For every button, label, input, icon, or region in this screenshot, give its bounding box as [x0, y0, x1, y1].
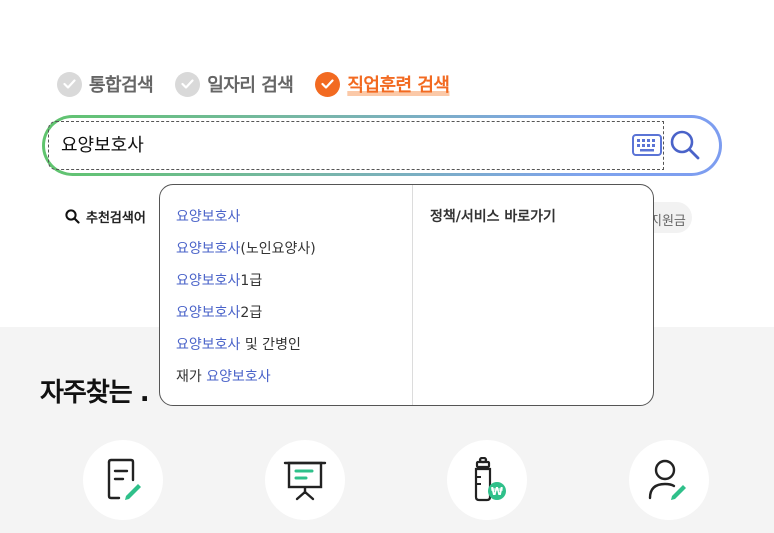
tab-label: 통합검색 [89, 75, 154, 96]
recommended-search: 추천검색어 [65, 207, 146, 226]
frequent-section-title: 자주찾는 . [40, 378, 150, 408]
check-circle-icon [175, 71, 201, 97]
search-bar [42, 115, 722, 176]
shortcut-document[interactable] [83, 440, 163, 520]
shortcut-presentation[interactable] [265, 440, 345, 520]
keyboard-icon[interactable] [632, 134, 662, 160]
page: 통합검색 일자리 검색 직업훈련 검색 요양보호사 추천검색어 지원금 자주찾는… [0, 0, 774, 533]
presentation-board-icon [283, 461, 327, 501]
tab-label-active: 직업훈련 검색 [347, 75, 450, 96]
suggestion-item[interactable]: 요양보호사 [176, 206, 240, 226]
autocomplete-dropdown: 요양보호사 요양보호사(노인요양사) 요양보호사1급 요양보호사2급 요양보호사… [159, 184, 654, 406]
tab-label: 일자리 검색 [207, 75, 294, 96]
autocomplete-suggestions: 요양보호사 요양보호사(노인요양사) 요양보호사1급 요양보호사2급 요양보호사… [160, 185, 413, 405]
suggestion-item[interactable]: 재가 요양보호사 [176, 366, 271, 386]
suggestion-item[interactable]: 요양보호사 및 간병인 [176, 334, 301, 354]
user-edit-icon [648, 459, 686, 500]
search-icon [65, 209, 80, 224]
shortcut-profile[interactable] [629, 440, 709, 520]
suggestion-item[interactable]: 요양보호사2급 [176, 302, 262, 322]
baby-bottle-won-icon: ₩ [474, 457, 506, 502]
document-edit-icon [107, 458, 141, 500]
suggestion-item[interactable]: 요양보호사(노인요양사) [176, 238, 316, 258]
tab-training-search[interactable]: 직업훈련 검색 [315, 71, 450, 97]
tab-integrated-search[interactable]: 통합검색 [57, 71, 154, 97]
check-circle-icon [57, 71, 82, 97]
search-bar-inner [45, 118, 719, 173]
tab-job-search[interactable]: 일자리 검색 [175, 71, 294, 97]
check-circle-active-icon [315, 71, 341, 97]
recommended-search-label: 추천검색어 [86, 211, 146, 226]
suggestion-item[interactable]: 요양보호사1급 [176, 270, 262, 290]
search-type-tabs: 통합검색 일자리 검색 직업훈련 검색 [57, 70, 471, 98]
search-input[interactable] [61, 133, 581, 154]
policy-shortcut-title: 정책/서비스 바로가기 [430, 209, 556, 225]
search-icon[interactable] [669, 129, 701, 165]
svg-text:₩: ₩ [491, 485, 503, 498]
shortcut-childcare[interactable]: ₩ [447, 440, 527, 520]
